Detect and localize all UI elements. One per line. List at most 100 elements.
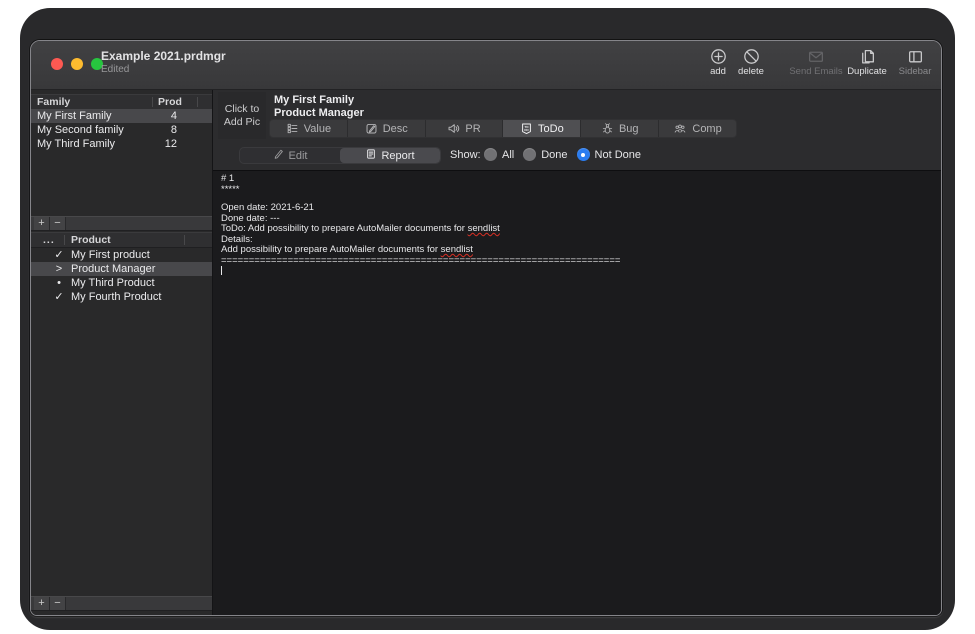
family-prod-count: 12 [151, 137, 177, 151]
radio-all[interactable]: All [484, 148, 514, 161]
family-table-header: Family Prod [31, 94, 212, 110]
toolbar-send-emails-label: Send Emails [789, 66, 842, 77]
show-filter-radios: All Done Not Done [484, 148, 641, 161]
product-row-2[interactable]: > Product Manager [31, 262, 212, 276]
svg-text:DO: DO [524, 128, 529, 132]
product-row-1[interactable]: ✓ My First product [31, 248, 212, 262]
radio-done-label: Done [541, 149, 567, 161]
radio-circle [523, 148, 536, 161]
pic-placeholder-line1: Click to [225, 103, 259, 116]
tab-desc[interactable]: Desc [348, 120, 426, 137]
family-row-1[interactable]: My First Family 4 [31, 109, 212, 123]
report-open-date: Open date: 2021-6-21 [221, 203, 941, 214]
tab-desc-label: Desc [383, 123, 408, 135]
sidebar: Family Prod My First Family 4 My Second … [31, 90, 213, 615]
column-divider[interactable] [152, 97, 153, 107]
tab-pr[interactable]: PR [426, 120, 504, 137]
radio-not-done-label: Not Done [595, 149, 641, 161]
family-row-3[interactable]: My Third Family 12 [31, 137, 212, 151]
radio-circle [484, 148, 497, 161]
toolbar-add-button[interactable]: add [700, 48, 736, 77]
report-mode-label: Report [381, 150, 414, 162]
edit-mode-button[interactable]: Edit [240, 148, 340, 163]
toolbar-sidebar-label: Sidebar [899, 66, 932, 77]
app-window: Example 2021.prdmgr Edited add delete Se… [30, 40, 942, 616]
edit-mode-label: Edit [289, 150, 308, 162]
todo-text: ToDo: Add possibility to prepare AutoMai… [221, 223, 468, 234]
family-row-2[interactable]: My Second family 8 [31, 123, 212, 137]
radio-not-done[interactable]: Not Done [577, 148, 641, 161]
close-window-button[interactable] [51, 58, 63, 70]
add-product-button[interactable]: + [34, 597, 50, 610]
check-icon: ✓ [53, 248, 65, 262]
show-filter-label: Show: [450, 149, 481, 161]
bug-icon [601, 122, 614, 135]
tab-bug-label: Bug [619, 123, 639, 135]
product-add-remove-bar: + − [31, 596, 212, 611]
status-column-header[interactable]: ... [43, 233, 55, 247]
product-name: My Third Product [71, 276, 155, 290]
product-column-header[interactable]: Product [71, 233, 111, 247]
prod-column-header[interactable]: Prod [158, 95, 182, 109]
tab-pr-label: PR [465, 123, 480, 135]
add-picture-placeholder[interactable]: Click to Add Pic [218, 92, 266, 139]
family-name: My Second family [37, 123, 124, 137]
toolbar-add-label: add [710, 66, 726, 77]
toolbar-sidebar-button[interactable]: Sidebar [893, 48, 937, 77]
text-cursor [221, 266, 222, 275]
todo-report-text-area[interactable]: # 1 ***** Open date: 2021-6-21 Done date… [213, 171, 941, 615]
pencil-icon [273, 148, 285, 163]
report-priority-stars: ***** [221, 185, 941, 196]
column-divider[interactable] [64, 235, 65, 245]
report-mode-button[interactable]: Report [340, 148, 440, 163]
check-icon: ✓ [53, 290, 65, 304]
selected-family-title: My First Family [274, 94, 364, 107]
product-row-3[interactable]: • My Third Product [31, 276, 212, 290]
report-blank-line [221, 195, 941, 203]
section-tabbar: Value Desc PR [269, 119, 737, 138]
envelope-icon [807, 48, 825, 65]
details-text: Add possibility to prepare AutoMailer do… [221, 244, 441, 255]
toolbar-duplicate-button[interactable]: Duplicate [839, 48, 895, 77]
window-title: Example 2021.prdmgr [101, 49, 226, 63]
column-divider[interactable] [184, 235, 185, 245]
megaphone-icon [447, 122, 460, 135]
column-divider[interactable] [197, 97, 198, 107]
window-edited-state: Edited [101, 64, 226, 75]
report-control-strip: Edit Report Show: All [213, 142, 941, 171]
remove-family-button[interactable]: − [50, 217, 66, 230]
tab-comp-label: Comp [692, 123, 721, 135]
product-name: Product Manager [71, 262, 155, 276]
radio-done[interactable]: Done [523, 148, 567, 161]
minimize-window-button[interactable] [71, 58, 83, 70]
remove-product-button[interactable]: − [50, 597, 66, 610]
tab-todo[interactable]: TODO ToDo [503, 120, 581, 137]
family-prod-count: 4 [151, 109, 177, 123]
toolbar-duplicate-label: Duplicate [847, 66, 887, 77]
tab-todo-label: ToDo [538, 123, 564, 135]
title-bar: Example 2021.prdmgr Edited add delete Se… [31, 41, 941, 90]
add-family-button[interactable]: + [34, 217, 50, 230]
misspelled-word: sendlist [441, 244, 473, 255]
tab-value[interactable]: Value [270, 120, 348, 137]
family-name: My Third Family [37, 137, 115, 151]
report-document-icon [365, 148, 377, 163]
report-details-line: Add possibility to prepare AutoMailer do… [221, 245, 941, 256]
tab-bug[interactable]: Bug [581, 120, 659, 137]
list-icon [286, 122, 299, 135]
product-name: My First product [71, 248, 150, 262]
product-row-4[interactable]: ✓ My Fourth Product [31, 290, 212, 304]
prohibition-icon [743, 48, 760, 65]
family-prod-count: 8 [151, 123, 177, 137]
people-icon [673, 122, 687, 135]
selection-titles: My First Family Product Manager [274, 94, 364, 120]
product-table-header: ... Product [31, 232, 212, 248]
toolbar-delete-label: delete [738, 66, 764, 77]
family-column-header[interactable]: Family [37, 95, 70, 109]
toolbar-delete-button[interactable]: delete [732, 48, 770, 77]
toolbar-send-emails-button[interactable]: Send Emails [785, 48, 847, 77]
misspelled-word: sendlist [468, 223, 500, 234]
tab-comp[interactable]: Comp [659, 120, 736, 137]
report-item-number: # 1 [221, 174, 941, 185]
detail-header: Click to Add Pic My First Family Product… [213, 90, 941, 142]
